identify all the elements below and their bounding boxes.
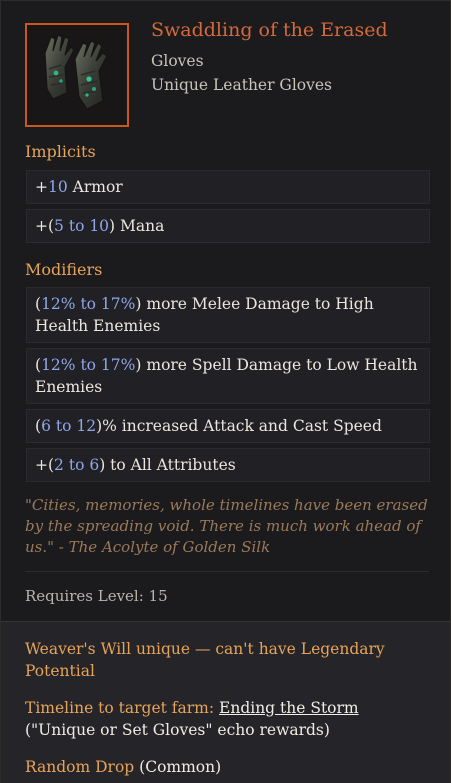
modifier-value: 2 to 6	[54, 456, 100, 474]
item-header: Swaddling of the Erased Gloves Unique Le…	[25, 19, 435, 129]
item-base-type: Gloves	[151, 52, 204, 70]
implicit-value: 5 to 10	[54, 217, 110, 235]
gloves-icon	[44, 34, 108, 110]
modifier-row: (12% to 17%) more Spell Damage to Low He…	[26, 348, 430, 404]
modifier-row: +(2 to 6) to All Attributes	[26, 448, 430, 482]
target-farm-detail: ("Unique or Set Gloves" echo rewards)	[25, 721, 330, 739]
implicit-row: +(5 to 10) Mana	[26, 209, 430, 243]
item-icon-frame	[25, 23, 129, 127]
timeline-link[interactable]: Ending the Storm	[219, 699, 359, 717]
tooltip-footer: Weaver's Will unique — can't have Legend…	[1, 621, 450, 783]
modifier-row: (6 to 12)% increased Attack and Cast Spe…	[26, 409, 430, 443]
modifier-value: 12% to 17%	[41, 356, 136, 374]
drop-rarity: (Common)	[134, 758, 222, 776]
level-requirement: Requires Level: 15	[25, 587, 168, 605]
item-tooltip: Swaddling of the Erased Gloves Unique Le…	[0, 0, 451, 783]
drop-source-line: Random Drop (Common)	[25, 756, 425, 778]
drop-source-label: Random Drop	[25, 758, 135, 776]
right-glove-shape	[74, 40, 108, 110]
divider	[25, 571, 429, 572]
implicit-row: +10 Armor	[26, 170, 430, 204]
legendary-potential-note: Weaver's Will unique — can't have Legend…	[25, 640, 385, 680]
target-farm-line: Timeline to target farm: Ending the Stor…	[25, 697, 425, 741]
left-glove-shape	[44, 34, 75, 100]
modifier-value: 6 to 12	[41, 417, 97, 435]
modifier-value: 12% to 17%	[41, 295, 136, 313]
implicit-value: 10	[48, 178, 68, 196]
lore-text: "Cities, memories, whole timelines have …	[25, 496, 428, 556]
modifier-row: (12% to 17%) more Melee Damage to High H…	[26, 287, 430, 343]
item-rarity-type: Unique Leather Gloves	[151, 76, 332, 94]
modifiers-heading: Modifiers	[25, 260, 103, 279]
target-farm-label: Timeline to target farm:	[25, 699, 220, 717]
item-name: Swaddling of the Erased	[151, 19, 388, 41]
implicits-heading: Implicits	[25, 142, 96, 161]
